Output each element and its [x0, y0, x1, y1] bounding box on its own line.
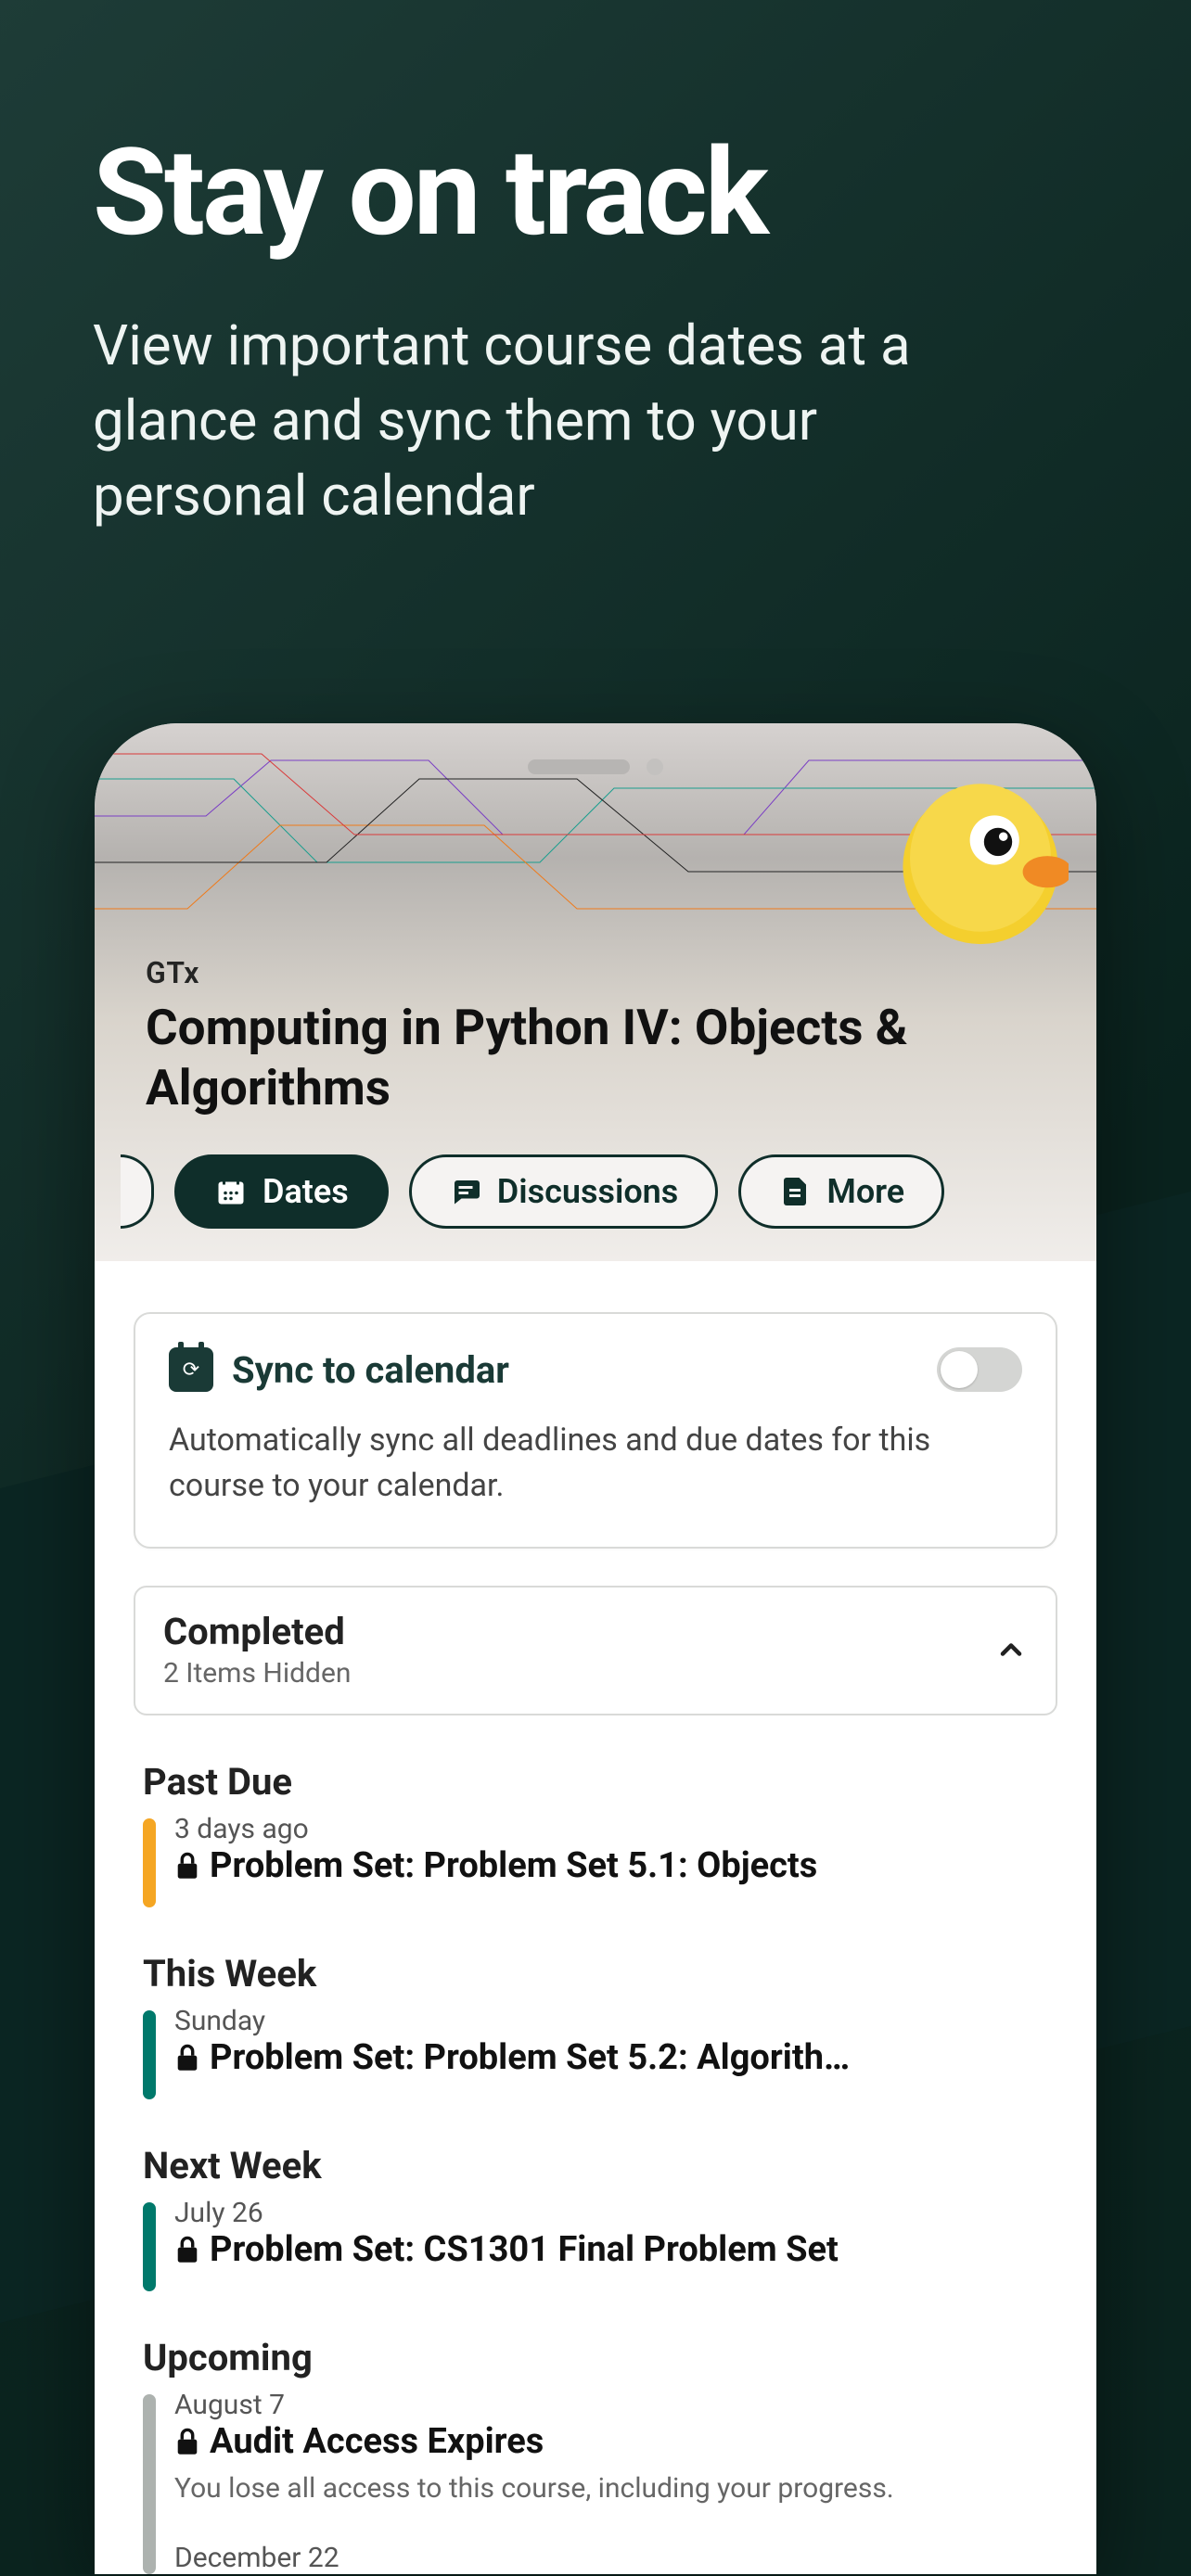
past-due-section: Past Due 3 days ago Problem Set: Problem…	[134, 1760, 1057, 1907]
item-when: August 7	[174, 2389, 1048, 2421]
sync-calendar-description: Automatically sync all deadlines and due…	[169, 1418, 1022, 1510]
marketing-copy: Stay on track View important course date…	[0, 0, 1191, 533]
course-title: Computing in Python IV: Objects & Algori…	[146, 998, 1045, 1117]
sync-calendar-card: ⟳ Sync to calendar Automatically sync al…	[134, 1312, 1057, 1549]
item-when: 3 days ago	[174, 1813, 1048, 1845]
tab-more[interactable]: More	[738, 1154, 944, 1229]
tab-more-label: More	[826, 1172, 904, 1211]
phone-mockup: GTx Computing in Python IV: Objects & Al…	[95, 723, 1096, 2574]
tab-dates-label: Dates	[263, 1172, 349, 1211]
phone-notch	[528, 759, 663, 775]
item-title: Audit Access Expires	[210, 2421, 544, 2462]
item-title: Problem Set: Problem Set 5.1: Objects	[210, 1845, 817, 1886]
this-week-heading: This Week	[143, 1952, 1048, 1996]
course-hero: GTx Computing in Python IV: Objects & Al…	[95, 723, 1096, 1261]
calendar-icon	[214, 1175, 248, 1208]
item-description: You lose all access to this course, incl…	[174, 2469, 1048, 2508]
chevron-up-icon	[994, 1633, 1028, 1666]
status-bar-next-week	[143, 2202, 156, 2291]
tab-discussions[interactable]: Discussions	[409, 1154, 719, 1229]
status-bar-upcoming	[143, 2394, 156, 2574]
tab-prev-partial[interactable]	[121, 1154, 154, 1229]
sync-calendar-toggle[interactable]	[937, 1347, 1022, 1392]
past-due-heading: Past Due	[143, 1760, 1048, 1804]
upcoming-heading: Upcoming	[143, 2336, 1048, 2379]
marketing-title: Stay on track	[93, 130, 1098, 257]
duck-image	[892, 770, 1069, 946]
next-week-section: Next Week July 26 Problem Set: CS1301 Fi…	[134, 2144, 1057, 2291]
upcoming-section: Upcoming August 7 Audit Access Expires Y…	[134, 2336, 1057, 2574]
course-org: GTx	[146, 955, 1045, 990]
lock-icon	[174, 2235, 200, 2264]
document-icon	[778, 1175, 812, 1208]
course-tabs: Dates Discussions More	[95, 1154, 1096, 1229]
chat-icon	[449, 1175, 482, 1208]
tab-discussions-label: Discussions	[497, 1172, 679, 1211]
item-when: Sunday	[174, 2005, 1048, 2037]
completed-title: Completed	[163, 1610, 976, 1653]
completed-subtitle: 2 Items Hidden	[163, 1657, 976, 1690]
upcoming-item[interactable]: August 7 Audit Access Expires You lose a…	[143, 2389, 1048, 2574]
lock-icon	[174, 1851, 200, 1881]
status-bar-this-week	[143, 2010, 156, 2099]
sync-calendar-icon: ⟳	[169, 1347, 213, 1392]
next-week-item[interactable]: July 26 Problem Set: CS1301 Final Proble…	[143, 2197, 1048, 2291]
item-when: July 26	[174, 2197, 1048, 2229]
past-due-item[interactable]: 3 days ago Problem Set: Problem Set 5.1:…	[143, 1813, 1048, 1907]
item-title: Problem Set: CS1301 Final Problem Set	[210, 2229, 839, 2270]
sync-calendar-title: Sync to calendar	[232, 1348, 918, 1392]
this-week-section: This Week Sunday Problem Set: Problem Se…	[134, 1952, 1057, 2099]
marketing-subtitle: View important course dates at a glance …	[93, 308, 1020, 533]
item-when: December 22	[174, 2542, 1048, 2574]
next-week-heading: Next Week	[143, 2144, 1048, 2187]
lock-icon	[174, 2427, 200, 2456]
tab-dates[interactable]: Dates	[174, 1154, 389, 1229]
item-title: Problem Set: Problem Set 5.2: Algorith…	[210, 2037, 850, 2078]
this-week-item[interactable]: Sunday Problem Set: Problem Set 5.2: Alg…	[143, 2005, 1048, 2099]
completed-section-toggle[interactable]: Completed 2 Items Hidden	[134, 1586, 1057, 1715]
lock-icon	[174, 2043, 200, 2072]
status-bar-past-due	[143, 1818, 156, 1907]
